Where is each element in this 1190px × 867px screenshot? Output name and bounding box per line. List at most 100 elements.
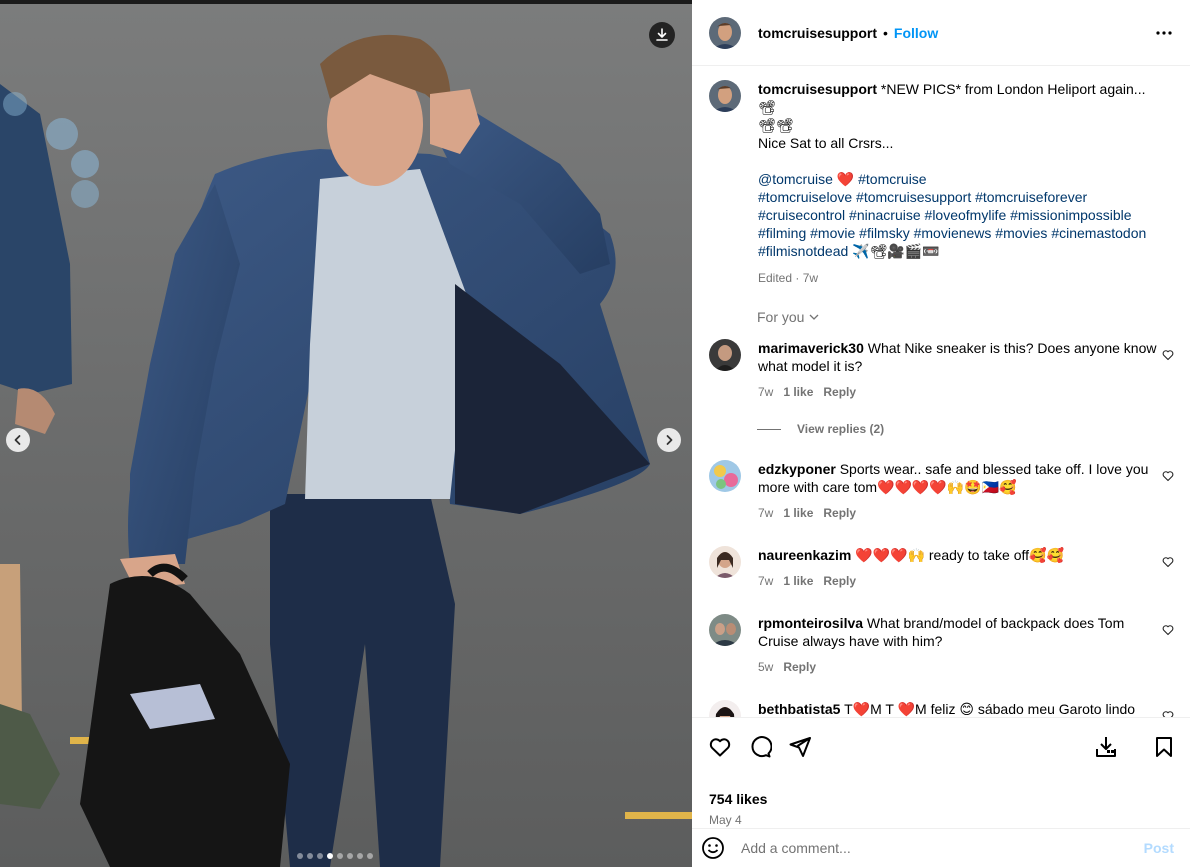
post-actions: 754 likes May 4 Post [692, 717, 1190, 867]
next-slide-button[interactable] [657, 428, 681, 452]
save-button[interactable] [1152, 735, 1176, 759]
chevron-down-icon [810, 314, 819, 320]
comment-avatar[interactable] [709, 546, 741, 578]
comment-likes[interactable]: 1 like [783, 504, 813, 522]
comment-likes[interactable]: 1 like [783, 572, 813, 590]
action-bar-right [1094, 735, 1176, 759]
comment-meta: 7w 1 like Reply [758, 504, 1158, 522]
comment-avatar[interactable] [709, 460, 741, 492]
caption-avatar[interactable] [709, 80, 741, 112]
comment-avatar[interactable] [709, 339, 741, 371]
replies-divider [757, 428, 781, 430]
hashtag-line[interactable]: #filming #movie #filmsky #movienews #mov… [758, 224, 1158, 242]
download-button[interactable] [649, 22, 675, 48]
reply-button[interactable]: Reply [783, 658, 816, 676]
likes-count[interactable]: 754 likes [709, 791, 767, 807]
comment-like-button[interactable] [1162, 555, 1174, 573]
slide-dot [327, 853, 333, 859]
header-separator: • [883, 24, 888, 41]
action-bar [708, 734, 1176, 760]
comment-input[interactable] [739, 839, 1144, 857]
comment-username[interactable]: bethbatista5 [758, 701, 840, 717]
heart-outline-icon [1162, 471, 1174, 482]
add-comment-bar: Post [692, 828, 1190, 867]
comment-avatar[interactable] [709, 700, 741, 717]
heart-outline-icon [1162, 557, 1174, 568]
download-icon [656, 28, 668, 41]
comment-like-button[interactable] [1162, 623, 1174, 641]
for-you-label: For you [757, 309, 805, 325]
trailing-emoji: ✈️📽🎥🎬📼 [852, 243, 940, 259]
reply-button[interactable]: Reply [823, 504, 856, 522]
like-button[interactable] [708, 735, 732, 759]
header-username[interactable]: tomcruisesupport [758, 25, 877, 41]
comment-age: 7w [758, 385, 774, 399]
chevron-right-icon [666, 435, 673, 445]
emoji-button[interactable] [701, 836, 725, 860]
comment-button[interactable] [748, 735, 772, 759]
reply-button[interactable]: Reply [823, 572, 856, 590]
comment: edzkyponer Sports wear.. safe and blesse… [692, 460, 1190, 522]
slide-dot [307, 853, 313, 859]
hashtag-link[interactable]: #tomcruise [858, 171, 926, 187]
comment-meta: 5w Reply [758, 658, 1158, 676]
comment-body: marimaverick30 What Nike sneaker is this… [758, 339, 1158, 401]
comment-likes[interactable]: 1 like [783, 383, 813, 401]
heart-outline-icon [1162, 625, 1174, 636]
comment-body: edzkyponer Sports wear.. safe and blesse… [758, 460, 1158, 522]
avatar-image [709, 460, 741, 492]
hashtag-line[interactable]: #cruisecontrol #ninacruise #loveofmylife… [758, 206, 1158, 224]
comment: marimaverick30 What Nike sneaker is this… [692, 339, 1190, 401]
send-icon [789, 737, 811, 757]
more-horizontal-icon [1156, 30, 1172, 35]
avatar-image [709, 16, 741, 49]
edited-label: Edited [758, 271, 793, 285]
view-replies-label: View replies (2) [797, 422, 885, 436]
avatar-image [709, 614, 741, 646]
share-button[interactable] [788, 735, 812, 759]
caption-username[interactable]: tomcruisesupport [758, 81, 877, 97]
comment: bethbatista5 T❤️M T ❤️M feliz 😊 sábado m… [692, 700, 1190, 717]
comment-username[interactable]: naureenkazim [758, 547, 851, 563]
comment-body: rpmonteirosilva What brand/model of back… [758, 614, 1158, 676]
comment-username[interactable]: marimaverick30 [758, 340, 864, 356]
previous-slide-button[interactable] [6, 428, 30, 452]
mention-link[interactable]: @tomcruise [758, 171, 833, 187]
more-options-button[interactable] [1154, 23, 1174, 43]
heart-outline-icon [1162, 350, 1174, 361]
caption-line1b: 📽📽 [758, 117, 794, 133]
comment: naureenkazim ❤️❤️❤️🙌 ready to take off🥰🥰… [692, 546, 1190, 590]
comment-like-button[interactable] [1162, 709, 1174, 717]
post-date: May 4 [709, 813, 742, 827]
post-media[interactable] [0, 0, 692, 867]
comment-body: naureenkazim ❤️❤️❤️🙌 ready to take off🥰🥰… [758, 546, 1158, 590]
comment-like-button[interactable] [1162, 469, 1174, 487]
slide-dot [357, 853, 363, 859]
comment-body: bethbatista5 T❤️M T ❤️M feliz 😊 sábado m… [758, 700, 1158, 717]
slide-dot [297, 853, 303, 859]
comment-meta: 7w 1 like Reply [758, 383, 1158, 401]
comments-scroll-area[interactable]: tomcruisesupport *NEW PICS* from London … [692, 66, 1190, 717]
heart-emoji: ❤️ [836, 171, 855, 187]
post-comment-button[interactable]: Post [1144, 840, 1174, 856]
view-replies-button[interactable]: View replies (2) [757, 422, 1190, 436]
comment-username[interactable]: edzkyponer [758, 461, 836, 477]
comment-like-button[interactable] [1162, 348, 1174, 366]
avatar[interactable] [709, 16, 741, 49]
comment-age: 7w [758, 574, 774, 588]
comment: rpmonteirosilva What brand/model of back… [692, 614, 1190, 676]
instagram-post: tomcruisesupport • Follow tomcruisesuppo… [0, 0, 1190, 867]
hashtag-link[interactable]: #filmisnotdead [758, 243, 848, 259]
reply-button[interactable]: Reply [823, 383, 856, 401]
smiley-icon [702, 837, 724, 859]
download-tray-icon [1096, 737, 1116, 757]
follow-button[interactable]: Follow [894, 25, 938, 41]
for-you-filter[interactable]: For you [757, 309, 1190, 325]
comment-username[interactable]: rpmonteirosilva [758, 615, 863, 631]
hashtag-line[interactable]: #tomcruiselove #tomcruisesupport #tomcru… [758, 188, 1158, 206]
bookmark-icon [1156, 737, 1172, 757]
download-media-button[interactable] [1094, 735, 1118, 759]
comment-avatar[interactable] [709, 614, 741, 646]
slide-indicator [297, 853, 373, 859]
avatar-image [709, 700, 741, 717]
